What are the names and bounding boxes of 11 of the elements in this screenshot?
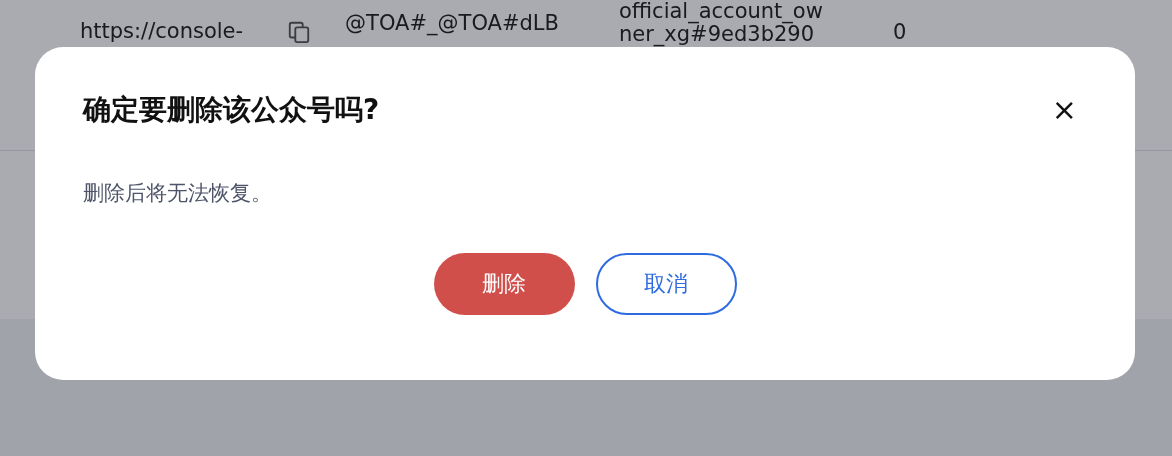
copy-icon[interactable]	[287, 20, 312, 44]
dialog-message: 删除后将无法恢复。	[83, 180, 273, 207]
table-cell: 0	[892, 21, 907, 44]
dialog-title: 确定要删除该公众号吗?	[83, 92, 380, 128]
table-cell: @TOA#_@TOA#dLB	[345, 12, 559, 35]
cancel-button[interactable]: 取消	[595, 253, 737, 315]
table-cell-line: ner_xg#9ed3b290	[618, 23, 815, 46]
close-button[interactable]: ×	[1041, 95, 1087, 125]
url-text: https://console-	[80, 20, 244, 43]
table-cell-line: official_account_ow	[618, 0, 823, 23]
delete-button[interactable]: 删除	[433, 253, 575, 315]
